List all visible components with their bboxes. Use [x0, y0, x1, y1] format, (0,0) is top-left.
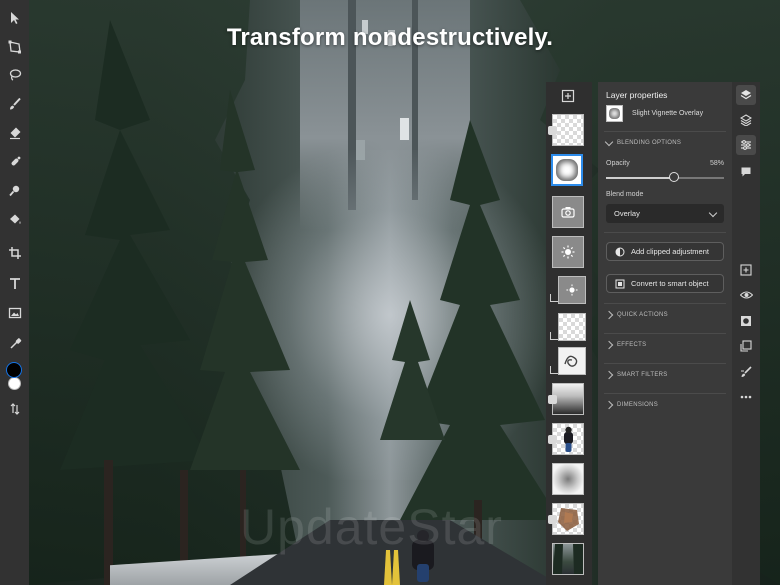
section-label: QUICK ACTIONS [617, 312, 668, 318]
chevron-right-icon [604, 310, 614, 320]
layer-thumb[interactable] [552, 236, 584, 268]
place-image-icon[interactable] [4, 302, 25, 323]
eyedropper-icon[interactable] [4, 333, 25, 354]
quick-actions-header[interactable]: QUICK ACTIONS [604, 310, 668, 320]
add-layer-button[interactable] [560, 88, 576, 104]
link-icon [548, 435, 557, 444]
section-label: DIMENSIONS [617, 402, 659, 408]
layer-properties-panel: Layer properties Slight Vignette Overlay… [598, 82, 732, 585]
select-icon[interactable] [4, 7, 25, 28]
comments-icon[interactable] [736, 162, 756, 182]
adjustment-icon [615, 247, 625, 256]
layer-thumb[interactable] [558, 347, 586, 375]
chevron-down-icon [604, 137, 614, 147]
transform-icon[interactable] [4, 36, 25, 57]
divider [604, 232, 726, 233]
opacity-slider-fill [606, 177, 675, 179]
layer-thumb[interactable] [552, 543, 584, 575]
camera-icon [561, 207, 575, 218]
link-icon [548, 126, 557, 135]
section-label: EFFECTS [617, 342, 647, 348]
link-icon [548, 515, 557, 524]
layer-thumb[interactable] [552, 196, 584, 228]
more-icon[interactable] [736, 387, 756, 407]
add-layer-icon[interactable] [736, 260, 756, 280]
layer-thumb-selected[interactable] [551, 154, 583, 186]
smart-filters-header[interactable]: SMART FILTERS [604, 370, 668, 380]
tools-toolbar [0, 0, 29, 585]
divider [604, 363, 726, 364]
brush-mask-icon[interactable] [736, 362, 756, 382]
clip-indicator [550, 294, 558, 302]
watermark: UpdateStar [240, 499, 503, 555]
eraser-icon[interactable] [4, 122, 25, 143]
blend-mode-select[interactable]: Overlay [606, 204, 724, 223]
blend-mode-value: Overlay [614, 209, 640, 218]
convert-to-smart-object-button[interactable]: Convert to smart object [606, 274, 724, 293]
chevron-right-icon [604, 370, 614, 380]
lasso-icon[interactable] [4, 64, 25, 85]
layers-icon[interactable] [736, 85, 756, 105]
opacity-value: 58% [709, 160, 724, 167]
divider [604, 393, 726, 394]
layer-properties-icon[interactable] [736, 110, 756, 130]
type-icon[interactable] [4, 273, 25, 294]
opacity-slider-knob[interactable] [669, 172, 680, 182]
layer-thumb[interactable] [552, 463, 584, 495]
adjustments-icon[interactable] [736, 135, 756, 155]
background-color-swatch[interactable] [8, 377, 21, 390]
adjustment-layer-icon [561, 245, 575, 259]
layer-thumb[interactable] [558, 276, 586, 304]
chevron-right-icon [604, 340, 614, 350]
link-icon [548, 395, 557, 404]
clip-indicator [550, 366, 558, 374]
section-label: SMART FILTERS [617, 372, 668, 378]
blend-mode-label: Blend mode [606, 191, 644, 198]
mask-icon[interactable] [736, 311, 756, 331]
current-layer-thumb [606, 105, 623, 122]
clone-stamp-icon[interactable] [4, 180, 25, 201]
add-clipped-adjustment-button[interactable]: Add clipped adjustment [606, 242, 724, 261]
section-label: BLENDING OPTIONS [617, 140, 682, 146]
blending-options-header[interactable]: BLENDING OPTIONS [604, 137, 682, 147]
healing-icon[interactable] [4, 151, 25, 172]
button-label: Convert to smart object [631, 279, 709, 288]
opacity-slider[interactable] [606, 172, 724, 182]
panel-title: Layer properties [606, 90, 668, 100]
dimensions-header[interactable]: DIMENSIONS [604, 400, 659, 410]
visibility-icon[interactable] [736, 285, 756, 305]
divider [604, 303, 726, 304]
foreground-color-swatch[interactable] [6, 362, 22, 378]
canvas-edge [760, 82, 780, 585]
layers-panel [546, 82, 592, 585]
headline: Transform nondestructively. [226, 24, 554, 51]
current-layer-name: Slight Vignette Overlay [632, 110, 704, 117]
clip-indicator [550, 332, 558, 340]
paint-bucket-icon[interactable] [4, 209, 25, 230]
divider [604, 131, 726, 132]
chevron-down-icon [708, 208, 718, 217]
brush-icon[interactable] [4, 93, 25, 114]
divider [604, 333, 726, 334]
swap-colors-icon[interactable] [4, 398, 25, 419]
layer-thumb[interactable] [558, 313, 586, 341]
opacity-label: Opacity [606, 160, 630, 167]
smart-object-icon [615, 279, 625, 288]
effects-header[interactable]: EFFECTS [604, 340, 647, 350]
panel-icon-rail [732, 82, 760, 585]
chevron-right-icon [604, 400, 614, 410]
crop-icon[interactable] [4, 242, 25, 263]
button-label: Add clipped adjustment [631, 247, 709, 256]
clip-icon[interactable] [736, 336, 756, 356]
